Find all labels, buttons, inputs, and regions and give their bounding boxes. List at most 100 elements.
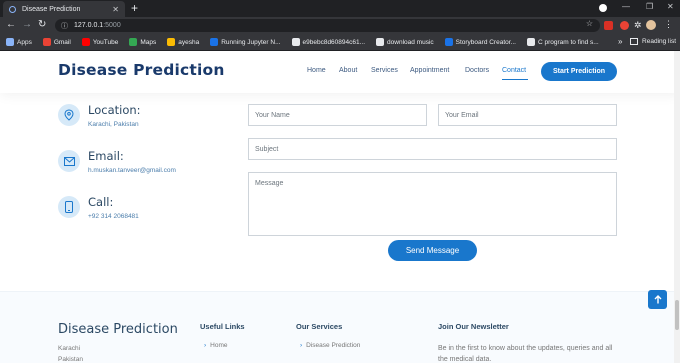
bookmark-star-icon[interactable]: ☆ — [586, 19, 593, 28]
bookmark-favicon-icon — [526, 38, 535, 46]
email-text[interactable]: h.muskan.tanveer@gmail.com — [88, 167, 176, 174]
email-input[interactable]: Your Email — [438, 104, 617, 126]
reading-list-label: Reading list — [642, 38, 676, 45]
profile-avatar[interactable] — [646, 20, 656, 30]
services-title: Our Services — [296, 322, 343, 331]
bookmark-favicon-icon — [376, 38, 385, 46]
pdf-extension-icon[interactable] — [604, 21, 613, 30]
maximize-icon[interactable]: ❐ — [646, 2, 653, 11]
name-input[interactable]: Your Name — [248, 104, 427, 126]
footer-link-home-label: Home — [210, 342, 228, 349]
bookmark-label: C program to find s... — [537, 38, 599, 46]
bookmark-label: e9bebc8d60894c61... — [302, 38, 366, 46]
location-icon — [58, 104, 80, 126]
bookmarks-overflow-icon[interactable]: » — [618, 37, 622, 46]
web-page: Disease Prediction Home About Services A… — [0, 51, 680, 363]
reading-list-icon — [630, 38, 639, 45]
bookmark-item[interactable]: Running Jupyter N... — [210, 38, 281, 46]
bookmark-favicon-icon — [291, 38, 300, 46]
bookmark-label: ayesha — [178, 38, 200, 46]
bookmark-item[interactable]: ayesha — [167, 38, 199, 46]
footer-address-line-2: Pakistan — [58, 356, 83, 363]
site-header: Disease Prediction Home About Services A… — [0, 51, 680, 93]
bookmark-favicon-icon — [6, 38, 14, 46]
chevron-right-icon: › — [204, 342, 207, 349]
bookmark-favicon-icon — [81, 38, 90, 46]
url-host: 127.0.0.1 — [74, 22, 104, 29]
new-tab-button[interactable]: + — [131, 1, 138, 15]
browser-toolbar: ← → ↻ ⓘ 127.0.0.1:5000 ☆ ✲ ⋮ — [0, 17, 680, 34]
newsletter-text: Be in the first to know about the update… — [438, 345, 613, 363]
scrollbar-thumb[interactable] — [675, 300, 679, 330]
bookmark-favicon-icon — [129, 38, 138, 46]
bookmark-item[interactable]: Apps — [6, 38, 32, 46]
site-logo[interactable]: Disease Prediction — [58, 61, 225, 79]
bookmarks-bar: Apps Gmail YouTube Maps ayesha Running Jupyte… — [0, 34, 680, 51]
profile-indicator-icon[interactable] — [599, 4, 607, 12]
call-title: Call: — [88, 195, 114, 209]
newsletter-title: Join Our Newsletter — [438, 322, 509, 331]
active-nav-underline — [502, 79, 528, 80]
send-message-button[interactable]: Send Message — [388, 240, 477, 261]
site-info-icon[interactable]: ⓘ — [61, 21, 68, 31]
bookmark-item[interactable]: Maps — [129, 38, 156, 46]
footer-address-line-1: Karachi — [58, 345, 81, 352]
nav-home[interactable]: Home — [307, 67, 326, 74]
reload-icon[interactable]: ↻ — [38, 19, 46, 31]
url-port: :5000 — [103, 22, 121, 29]
phone-icon — [58, 196, 80, 218]
chevron-right-icon: › — [300, 342, 303, 349]
bookmark-label: Storyboard Creator... — [455, 38, 516, 46]
footer-service-link[interactable]: › Disease Prediction — [300, 342, 360, 349]
bookmark-label: Gmail — [53, 38, 71, 46]
footer-brand: Disease Prediction — [58, 322, 178, 337]
email-title: Email: — [88, 149, 124, 163]
bookmark-favicon-icon — [210, 38, 219, 46]
extensions-puzzle-icon[interactable]: ✲ — [634, 19, 642, 31]
site-footer: Disease Prediction Karachi Pakistan Usef… — [0, 291, 680, 363]
forward-icon[interactable]: → — [22, 19, 32, 31]
location-title: Location: — [88, 103, 141, 117]
email-icon — [58, 150, 80, 172]
browser-tab[interactable]: Disease Prediction ✕ — [3, 1, 125, 17]
nav-doctors[interactable]: Doctors — [465, 67, 489, 74]
minimize-icon[interactable]: — — [622, 2, 630, 11]
nav-about[interactable]: About — [339, 67, 357, 74]
bookmark-favicon-icon — [444, 38, 453, 46]
bookmark-label: Maps — [140, 38, 157, 46]
bookmark-item[interactable]: C program to find s... — [526, 38, 599, 46]
start-prediction-button[interactable]: Start Prediction — [541, 62, 617, 81]
extension-icon[interactable] — [620, 21, 629, 30]
nav-services[interactable]: Services — [371, 67, 398, 74]
window-close-icon[interactable]: ✕ — [667, 2, 674, 11]
bookmark-item[interactable]: download music — [376, 38, 434, 46]
loading-icon — [9, 5, 16, 13]
nav-appointment[interactable]: Appointment — [410, 67, 449, 74]
bookmark-label: download music — [387, 38, 434, 46]
footer-link-home[interactable]: › Home — [204, 342, 228, 349]
subject-input[interactable]: Subject — [248, 138, 617, 160]
bookmark-favicon-icon — [167, 38, 176, 46]
bookmark-item[interactable]: YouTube — [81, 38, 119, 46]
bookmark-label: YouTube — [92, 38, 119, 46]
nav-contact[interactable]: Contact — [502, 67, 526, 74]
back-icon[interactable]: ← — [6, 19, 16, 31]
arrow-up-icon — [654, 295, 661, 304]
bookmark-item[interactable]: e9bebc8d60894c61... — [291, 38, 366, 46]
bookmark-item[interactable]: Gmail — [42, 38, 71, 46]
footer-service-label: Disease Prediction — [306, 342, 361, 349]
bookmark-label: Running Jupyter N... — [221, 38, 281, 46]
location-text: Karachi, Pakistan — [88, 121, 139, 128]
tab-close-icon[interactable]: ✕ — [112, 5, 119, 14]
message-textarea[interactable]: Message — [248, 172, 617, 236]
menu-icon[interactable]: ⋮ — [664, 19, 673, 30]
call-text[interactable]: +92 314 2068481 — [88, 213, 139, 220]
bookmark-label: Apps — [17, 38, 32, 46]
useful-links-title: Useful Links — [200, 322, 245, 331]
address-bar[interactable]: ⓘ 127.0.0.1:5000 ☆ — [55, 19, 600, 32]
back-to-top-button[interactable] — [648, 290, 667, 309]
reading-list-button[interactable]: Reading list — [630, 38, 676, 45]
bookmark-item[interactable]: Storyboard Creator... — [444, 38, 516, 46]
tab-title: Disease Prediction — [22, 5, 81, 13]
browser-tab-bar: Disease Prediction ✕ + — ❐ ✕ — [0, 0, 680, 17]
